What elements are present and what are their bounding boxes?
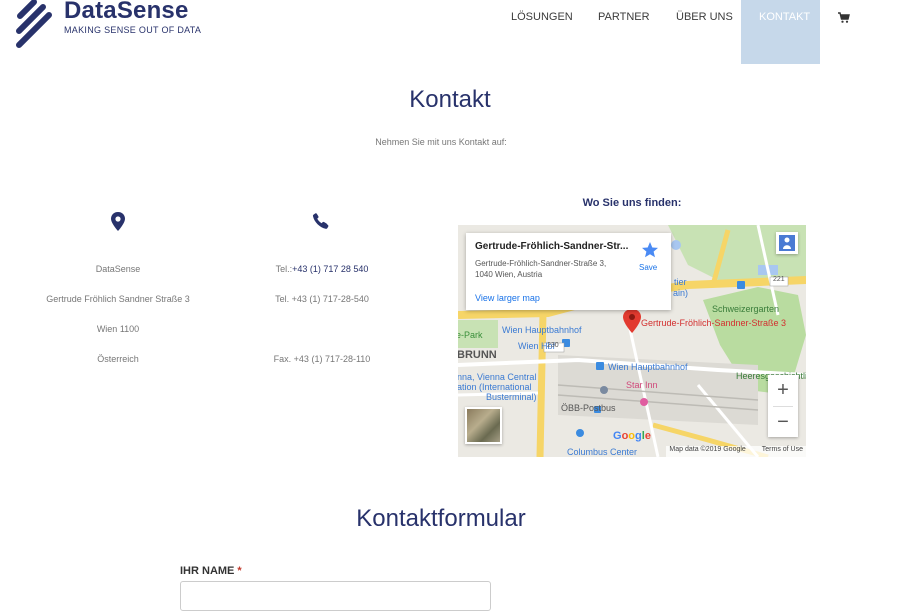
nav-item-partner[interactable]: PARTNER [598, 11, 650, 23]
satellite-toggle[interactable] [465, 407, 502, 444]
map-label-vienna-central-2: ation (International [458, 382, 532, 392]
nav-active-highlight [741, 0, 820, 64]
phone-line-2: Tel. +43 (1) 717-28-540 [275, 294, 369, 304]
site-header: DataSense MAKING SENSE OUT OF DATA LÖSUN… [0, 0, 900, 64]
map-label-vienna-central-3: Busterminal) [486, 392, 537, 402]
map-zoom-controls: + − [768, 375, 798, 437]
name-field-label: IHR NAME * [180, 565, 242, 577]
map-pin-label: Gertrude-Fröhlich-Sandner-Straße 3 [641, 318, 787, 328]
page-subtitle: Nehmen Sie mit uns Kontakt auf: [375, 137, 507, 147]
nav-item-kontakt[interactable]: KONTAKT [759, 11, 810, 23]
shopping-cart-icon[interactable] [838, 12, 850, 24]
map-heading: Wo Sie uns finden: [582, 197, 682, 209]
map-label-vienna-central-1: nna, Vienna Central [458, 372, 537, 382]
terms-of-use-link[interactable]: Terms of Use [762, 446, 803, 453]
map-footer: Map data ©2019 Google Terms of Use [666, 446, 806, 457]
address-line-street: Gertrude Fröhlich Sandner Straße 3 [46, 294, 190, 304]
nav-item-loesungen[interactable]: LÖSUNGEN [511, 11, 573, 23]
pegman-icon [779, 235, 795, 251]
map-place-title: Gertrude-Fröhlich-Sandner-Str... [475, 241, 629, 252]
view-larger-map-link[interactable]: View larger map [475, 293, 540, 303]
map-label-road-221: 221 [773, 276, 785, 283]
map-label-road-230: 230 [547, 342, 559, 349]
map-label-schweizergarten: Schweizergarten [712, 304, 780, 314]
map-place-address-2: 1040 Wien, Austria [475, 270, 543, 279]
map-marker-icon [111, 212, 125, 231]
map-label-columbus: Columbus Center [567, 447, 638, 457]
map-label-hauptbahnhof: Wien Hauptbahnhof [502, 325, 582, 335]
map-label-park: e-Park [458, 330, 483, 340]
map-label-ain: ain) [673, 288, 689, 298]
map-label-hauptbahnhof-2: Wien Hauptbahnhof [608, 362, 688, 372]
nav-item-ueber-uns[interactable]: ÜBER UNS [676, 11, 733, 23]
embedded-map[interactable]: Wien Hauptbahnhof Wien Hbf 230 221 BRUNN… [458, 225, 806, 457]
form-title: Kontaktformular [356, 505, 526, 532]
main-nav: LÖSUNGEN PARTNER ÜBER UNS KONTAKT [0, 0, 900, 64]
map-label-oebb: ÖBB-Postbus [561, 403, 616, 413]
page-title: Kontakt [409, 86, 491, 113]
map-label-star-inn: Star Inn [626, 380, 658, 390]
address-line-country: Österreich [97, 354, 139, 364]
map-label-tier: tier [674, 277, 687, 287]
save-map-button[interactable]: Save [639, 263, 657, 272]
address-line-company: DataSense [95, 264, 141, 274]
name-input[interactable] [180, 581, 491, 611]
zoom-in-button[interactable]: + [768, 375, 798, 405]
zoom-out-button[interactable]: − [768, 407, 798, 437]
phone-line-1: Tel.:+43 (1) 717 28 540 [222, 264, 422, 274]
map-info-card: Gertrude-Fröhlich-Sandner-Str... Gertrud… [466, 233, 671, 310]
phone-icon [312, 213, 329, 229]
map-place-address-1: Gertrude-Fröhlich-Sandner-Straße 3, [475, 259, 607, 268]
map-data-credit: Map data ©2019 Google [669, 446, 746, 453]
address-line-city: Wien 1100 [96, 324, 140, 334]
star-icon[interactable] [641, 241, 659, 259]
street-view-pegman[interactable] [776, 232, 798, 254]
google-logo: Google [613, 430, 651, 442]
map-label-brunn: BRUNN [458, 349, 497, 361]
name-label-text: IHR NAME [180, 565, 235, 577]
required-marker: * [237, 565, 242, 577]
tel-prefix: Tel.: [275, 264, 293, 274]
fax-line: Fax. +43 (1) 717-28-110 [273, 354, 371, 364]
tel-link[interactable]: +43 (1) 717 28 540 [292, 264, 368, 274]
